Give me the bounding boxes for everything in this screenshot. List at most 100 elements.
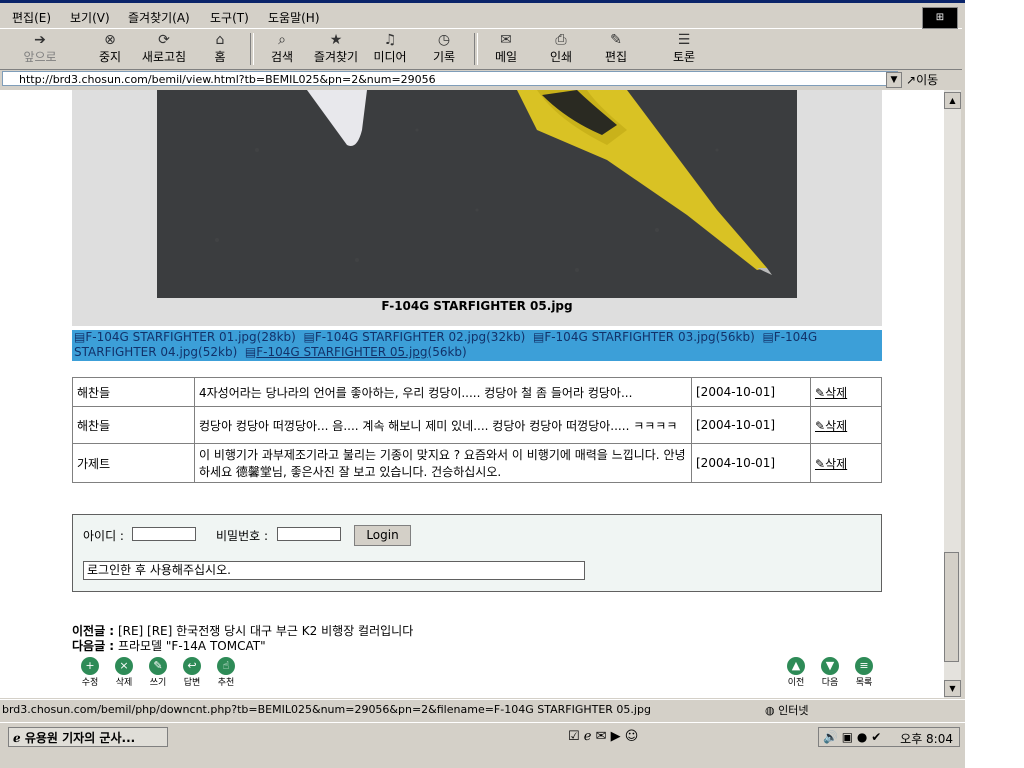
stop-button[interactable]: ⊗ 중지 (84, 32, 136, 65)
taskbar-window-label: 유용원 기자의 군사... (24, 731, 136, 745)
history-icon: ◷ (437, 32, 451, 48)
favorites-label: 즐겨찾기 (313, 50, 359, 64)
tray-icons[interactable]: 🔊 ▣ ● ✔ (823, 730, 881, 744)
prev-link[interactable]: [RE] [RE] 한국전쟁 당시 대구 부근 K2 비행장 컬러입니다 (118, 624, 413, 638)
menu-favorites[interactable]: 즐겨찾기(A) (128, 9, 190, 26)
taskbar-window-button[interactable]: ℯ 유용원 기자의 군사... (8, 727, 168, 747)
menu-help[interactable]: 도움말(H) (268, 9, 320, 26)
refresh-button[interactable]: ⟳ 새로고침 (138, 32, 190, 65)
attachment-item[interactable]: ▤F-104G STARFIGHTER 03.jpg(56kb) (533, 330, 755, 344)
menu-tools[interactable]: 도구(T) (210, 9, 249, 26)
attachment-item[interactable]: ▤F-104G STARFIGHTER 01.jpg(28kb) (74, 330, 296, 344)
address-input[interactable]: http://brd3.chosun.com/bemil/view.html?t… (2, 71, 898, 86)
table-row: 해찬들 4자성어라는 당나라의 언어를 좋아하는, 우리 컹당이..... 컹당… (72, 377, 882, 407)
delete-post-label: 삭제 (115, 678, 133, 688)
search-button[interactable]: ⌕ 검색 (256, 32, 308, 65)
reply-post-button[interactable]: ↩ 답변 (178, 657, 206, 688)
refresh-icon: ⟳ (158, 32, 170, 48)
status-bar: brd3.chosun.com/bemil/php/downcnt.php?tb… (0, 699, 965, 719)
attachment-name: F-104G STARFIGHTER 01.jpg (85, 330, 257, 344)
address-url: http://brd3.chosun.com/bemil/view.html?t… (19, 73, 436, 86)
comment-input[interactable]: 로그인한 후 사용해주십시오. (83, 561, 585, 580)
delete-icon: ✎ (815, 456, 826, 471)
edit-button[interactable]: ✎ 편집 (590, 32, 642, 65)
recommend-button[interactable]: ☝ 추천 (212, 657, 240, 688)
discuss-button[interactable]: ☰ 토론 (658, 32, 710, 65)
home-button[interactable]: ⌂ 홈 (194, 32, 246, 65)
file-icon: ▤ (74, 330, 86, 344)
write-post-button[interactable]: ✎ 쓰기 (144, 657, 172, 688)
login-button[interactable]: Login (354, 525, 411, 546)
status-text: brd3.chosun.com/bemil/php/downcnt.php?tb… (2, 703, 651, 716)
forward-button[interactable]: ➔ 앞으로 (14, 32, 66, 65)
discuss-icon: ☰ (677, 32, 691, 48)
favorites-button[interactable]: ★ 즐겨찾기 (310, 32, 362, 65)
list-icon: ≡ (855, 657, 873, 675)
arrow-right-icon: ➔ (34, 32, 46, 48)
forward-label: 앞으로 (23, 50, 57, 64)
delete-comment-button[interactable]: ✎삭제 (810, 377, 882, 407)
delete-comment-button[interactable]: ✎삭제 (810, 406, 882, 444)
edit-post-button[interactable]: + 수정 (76, 657, 104, 688)
delete-icon: ✎ (815, 418, 826, 433)
windows-logo-icon: ⊞ (922, 7, 958, 29)
prev-label: 이전글 : (72, 624, 115, 638)
reply-post-label: 답변 (183, 678, 201, 688)
attachment-name: F-104G STARFIGHTER 02.jpg (314, 330, 487, 344)
address-dropdown-icon[interactable]: ▼ (886, 72, 902, 88)
delete-post-button[interactable]: × 삭제 (110, 657, 138, 688)
search-label: 검색 (270, 50, 294, 64)
go-label: 이동 (916, 73, 939, 87)
comment-author: 가제트 (72, 443, 195, 483)
menu-edit[interactable]: 편집(E) (12, 9, 51, 26)
discuss-label: 토론 (672, 50, 696, 64)
mail-icon: ✉ (500, 32, 512, 48)
attachment-list: ▤F-104G STARFIGHTER 01.jpg(28kb) ▤F-104G… (72, 330, 882, 361)
next-link[interactable]: 프라모델 "F-14A TOMCAT" (118, 639, 266, 653)
scroll-down-icon[interactable]: ▼ (944, 680, 961, 697)
down-icon: ▼ (821, 657, 839, 675)
scroll-thumb[interactable] (944, 552, 959, 662)
next-label: 다음글 : (72, 639, 115, 653)
id-input[interactable] (132, 527, 196, 541)
plus-icon: + (81, 657, 99, 675)
quicklaunch-icons[interactable]: ☑ ℯ ✉ ▶ ☺ (568, 729, 638, 744)
id-label: 아이디 : (83, 529, 124, 543)
search-icon: ⌕ (278, 32, 286, 48)
attachment-item[interactable]: ▤F-104G STARFIGHTER 02.jpg(32kb) (303, 330, 525, 344)
history-label: 기록 (432, 50, 456, 64)
reply-icon: ↩ (183, 657, 201, 675)
list-button-label: 목록 (855, 678, 873, 688)
password-input[interactable] (277, 527, 341, 541)
media-button[interactable]: ♫ 미디어 (364, 32, 416, 65)
comment-table: 해찬들 4자성어라는 당나라의 언어를 좋아하는, 우리 컹당이..... 컹당… (72, 377, 882, 483)
scroll-up-icon[interactable]: ▲ (944, 92, 961, 109)
media-label: 미디어 (373, 50, 407, 64)
vertical-scrollbar[interactable]: ▲ ▼ (944, 90, 961, 698)
mail-button[interactable]: ✉ 메일 (480, 32, 532, 65)
x-icon: × (115, 657, 133, 675)
next-button[interactable]: ▼ 다음 (816, 657, 844, 688)
write-post-label: 쓰기 (149, 678, 167, 688)
clock: 오후 8:04 (900, 732, 953, 746)
list-button[interactable]: ≡ 목록 (850, 657, 878, 688)
comment-author: 해찬들 (72, 406, 195, 444)
image-frame: F-104G STARFIGHTER 05.jpg (72, 90, 882, 326)
go-button[interactable]: ↗이동 (906, 71, 960, 87)
file-icon: ▤ (244, 345, 257, 359)
history-button[interactable]: ◷ 기록 (418, 32, 470, 65)
address-bar: http://brd3.chosun.com/bemil/view.html?t… (0, 70, 962, 89)
plane-photo[interactable] (157, 90, 797, 298)
attachment-name: F-104G STARFIGHTER 05.jpg (256, 345, 428, 359)
menu-view[interactable]: 보기(V) (70, 9, 110, 26)
attachment-item[interactable]: ▤F-104G STARFIGHTER 05.jpg(56kb) (245, 345, 467, 359)
prev-button[interactable]: ▲ 이전 (782, 657, 810, 688)
stop-icon: ⊗ (104, 32, 116, 48)
delete-comment-button[interactable]: ✎삭제 (810, 443, 882, 483)
print-button[interactable]: ⎙ 인쇄 (535, 32, 587, 65)
table-row: 가제트 이 비행기가 과부제조기라고 불리는 기종이 맞지요 ? 요즘와서 이 … (72, 443, 882, 483)
file-icon: ▤ (762, 330, 774, 344)
next-button-label: 다음 (821, 678, 839, 688)
up-icon: ▲ (787, 657, 805, 675)
system-tray: 🔊 ▣ ● ✔ 오후 8:04 (818, 727, 960, 747)
